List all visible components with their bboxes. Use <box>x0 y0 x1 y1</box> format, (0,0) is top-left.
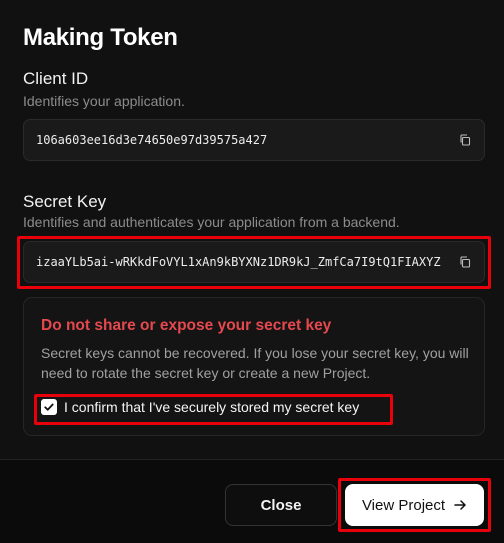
warning-title: Do not share or expose your secret key <box>41 317 332 334</box>
dialog-title: Making Token <box>23 24 178 51</box>
close-button[interactable]: Close <box>225 484 337 526</box>
secret-key-value: izaaYLb5ai-wRKkdFoVYL1xAn9kBYXNz1DR9kJ_Z… <box>36 255 441 269</box>
client-id-field[interactable]: 106a603ee16d3e74650e97d39575a427 <box>23 119 485 161</box>
arrow-right-icon <box>454 499 467 511</box>
confirm-checkbox-row[interactable]: I confirm that I've securely stored my s… <box>41 399 359 415</box>
warning-box: Do not share or expose your secret key S… <box>23 297 485 436</box>
client-id-description: Identifies your application. <box>23 93 185 109</box>
client-id-value: 106a603ee16d3e74650e97d39575a427 <box>36 133 268 147</box>
client-id-label: Client ID <box>23 69 89 88</box>
copy-icon[interactable] <box>458 255 472 269</box>
confirm-label: I confirm that I've securely stored my s… <box>64 399 360 415</box>
view-project-button[interactable]: View Project <box>345 484 484 526</box>
secret-key-field[interactable]: izaaYLb5ai-wRKkdFoVYL1xAn9kBYXNz1DR9kJ_Z… <box>23 241 485 283</box>
token-dialog: Making Token Client ID Identifies your a… <box>0 0 504 543</box>
checkmark-icon <box>44 403 54 411</box>
copy-icon[interactable] <box>458 133 472 147</box>
view-project-label: View Project <box>361 496 446 514</box>
secret-key-label: Secret Key <box>23 192 107 211</box>
warning-body: Secret keys cannot be recovered. If you … <box>41 345 469 381</box>
confirm-checkbox[interactable] <box>41 399 57 415</box>
secret-key-description: Identifies and authenticates your applic… <box>23 214 400 230</box>
